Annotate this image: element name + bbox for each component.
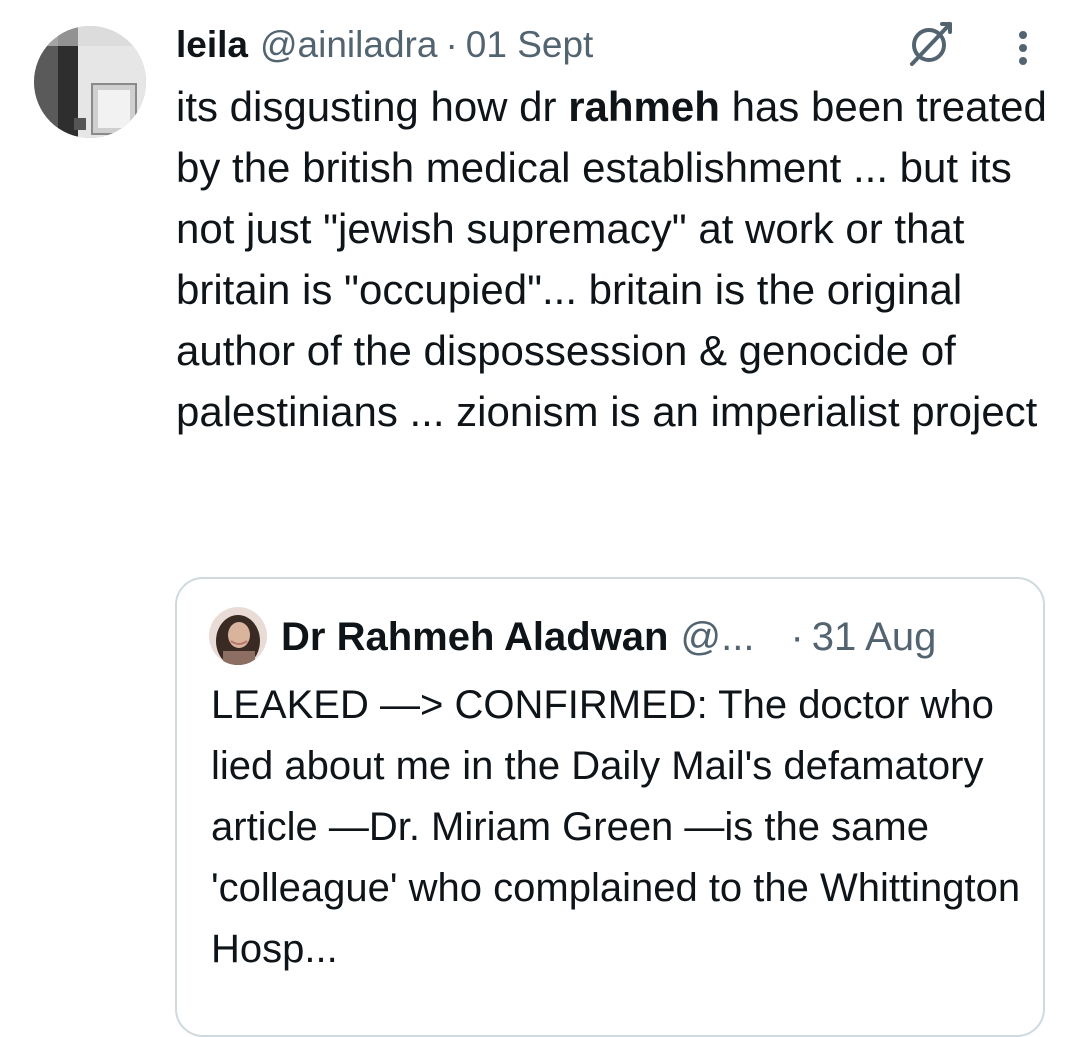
quote-author-display-name: Dr Rahmeh Aladwan bbox=[281, 614, 669, 659]
tweet-header: leila @ainiladra · 01 Sept bbox=[176, 20, 593, 70]
quote-text: LEAKED —> CONFIRMED: The doctor who lied… bbox=[211, 683, 1021, 971]
author-avatar[interactable] bbox=[34, 26, 146, 138]
author-handle[interactable]: @ainiladra bbox=[260, 24, 437, 66]
quote-author-handle: @... bbox=[680, 614, 755, 659]
quote-header: Dr Rahmeh Aladwan @... · 31 Aug bbox=[281, 609, 1021, 665]
tweet-text: its disgusting how dr rahmeh has been tr… bbox=[176, 76, 1056, 442]
tweet-text-bold: rahmeh bbox=[568, 83, 720, 130]
grok-icon[interactable] bbox=[904, 18, 956, 70]
quote-author-avatar[interactable] bbox=[209, 607, 267, 665]
author-display-name[interactable]: leila bbox=[176, 24, 248, 66]
more-vertical-icon[interactable] bbox=[1008, 28, 1038, 68]
quote-header-separator: · bbox=[790, 614, 804, 659]
header-separator: · bbox=[445, 24, 458, 65]
tweet-text-part-2: has been treated by the british medical … bbox=[176, 83, 1047, 435]
quoted-tweet-card[interactable]: Dr Rahmeh Aladwan @... · 31 Aug LEAKED —… bbox=[175, 577, 1045, 1037]
tweet-date[interactable]: 01 Sept bbox=[466, 24, 594, 66]
tweet-text-part-1: its disgusting how dr bbox=[176, 83, 569, 130]
quote-date: 31 Aug bbox=[811, 614, 937, 659]
